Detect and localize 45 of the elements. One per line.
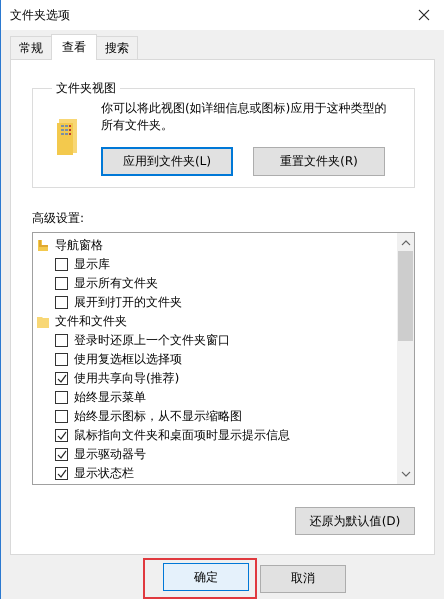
checkbox[interactable] bbox=[55, 334, 68, 347]
checkbox-label: 显示状态栏 bbox=[74, 465, 134, 482]
checkbox-label: 使用复选框以选择项 bbox=[74, 351, 182, 368]
scrollbar[interactable] bbox=[397, 233, 414, 484]
pane-icon bbox=[37, 239, 49, 252]
checkbox[interactable] bbox=[55, 467, 68, 480]
ok-button[interactable]: 确定 bbox=[163, 563, 249, 591]
checkbox-label: 显示库 bbox=[74, 256, 110, 273]
checkbox[interactable] bbox=[55, 353, 68, 366]
window-title: 文件夹选项 bbox=[10, 6, 70, 24]
description-text: 你可以将此视图(如详细信息或图标)应用于这种类型的所有文件夹。 bbox=[101, 100, 388, 134]
checkbox-label: 鼠标指向文件夹和桌面项时显示提示信息 bbox=[74, 427, 290, 444]
checkbox[interactable] bbox=[55, 448, 68, 461]
reset-folders-button[interactable]: 重置文件夹(R) bbox=[253, 147, 385, 176]
advanced-settings-label: 高级设置: bbox=[32, 210, 84, 227]
group-label: 导航窗格 bbox=[55, 237, 103, 254]
checkbox-label: 显示所有文件夹 bbox=[74, 275, 158, 292]
scroll-up-icon bbox=[400, 240, 410, 246]
folder-icon bbox=[37, 315, 49, 328]
checkbox[interactable] bbox=[55, 410, 68, 423]
scrollbar-thumb[interactable] bbox=[398, 251, 413, 341]
checkbox[interactable] bbox=[55, 429, 68, 442]
scroll-down-icon bbox=[400, 471, 410, 477]
checkbox-label: 展开到打开的文件夹 bbox=[74, 294, 182, 311]
tab[interactable]: 查看 bbox=[51, 34, 97, 60]
checkbox[interactable] bbox=[55, 372, 68, 385]
cancel-button[interactable]: 取消 bbox=[260, 564, 346, 592]
close-icon bbox=[418, 9, 430, 21]
checkbox-label: 登录时还原上一个文件夹窗口 bbox=[74, 332, 230, 349]
checkbox[interactable] bbox=[55, 296, 68, 309]
group-title: 文件夹视图 bbox=[55, 80, 117, 97]
checkbox[interactable] bbox=[55, 391, 68, 404]
checkbox-label: 显示驱动器号 bbox=[74, 446, 146, 463]
group-label: 文件和文件夹 bbox=[55, 313, 127, 330]
check-icon bbox=[56, 374, 66, 383]
folder-icon bbox=[55, 117, 79, 157]
checkbox[interactable] bbox=[55, 277, 68, 290]
checkbox-label: 始终显示图标，从不显示缩略图 bbox=[74, 408, 242, 425]
apply-to-folders-button[interactable]: 应用到文件夹(L) bbox=[101, 147, 233, 176]
tab[interactable]: 搜索 bbox=[96, 36, 138, 59]
checkbox-label: 使用共享向导(推荐) bbox=[74, 370, 180, 387]
restore-defaults-button[interactable]: 还原为默认值(D) bbox=[295, 507, 415, 535]
checkbox[interactable] bbox=[55, 258, 68, 271]
tab[interactable]: 常规 bbox=[10, 36, 52, 59]
checkbox-label: 始终显示菜单 bbox=[74, 389, 146, 406]
